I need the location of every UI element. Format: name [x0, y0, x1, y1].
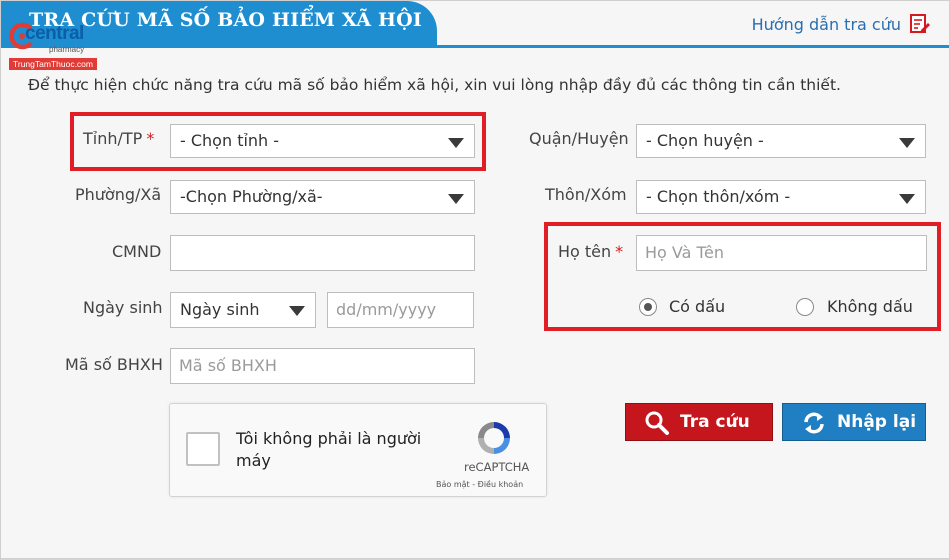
search-icon — [645, 411, 669, 435]
intro-text: Để thực hiện chức năng tra cứu mã số bảo… — [28, 76, 841, 94]
refresh-icon — [804, 412, 824, 434]
recaptcha-icon — [478, 422, 510, 454]
radio-without-accent-label: Không dấu — [827, 297, 913, 316]
ward-label: Phường/Xã — [75, 185, 162, 204]
required-mark: * — [146, 129, 155, 148]
edit-document-icon[interactable] — [909, 13, 931, 39]
logo-sub: pharmacy — [49, 45, 85, 54]
recaptcha-brand: reCAPTCHA — [464, 460, 530, 474]
search-panel: TRA CỨU MÃ SỐ BẢO HIỂM XÃ HỘI Hướng dẫn … — [0, 0, 950, 559]
district-label: Quận/Huyện — [529, 129, 629, 148]
header-divider — [1, 45, 949, 48]
chevron-down-icon — [899, 138, 915, 148]
id-card-label: CMND — [112, 242, 162, 261]
bhxh-code-input[interactable]: Mã số BHXH — [170, 348, 475, 384]
full-name-label: Họ tên * — [558, 242, 624, 261]
chevron-down-icon — [448, 138, 464, 148]
required-mark: * — [615, 242, 624, 261]
recaptcha-checkbox[interactable] — [186, 432, 220, 466]
logo-site: TrungTamThuoc.com — [9, 58, 97, 70]
logo-brand: central — [25, 23, 84, 44]
recaptcha-widget: Tôi không phải là người máy reCAPTCHA Bả… — [169, 403, 547, 497]
birth-date-input[interactable]: dd/mm/yyyy — [327, 292, 474, 328]
radio-without-accent[interactable] — [796, 298, 814, 316]
chevron-down-icon — [448, 194, 464, 204]
chevron-down-icon — [899, 194, 915, 204]
province-label: Tỉnh/TP * — [83, 129, 155, 148]
radio-with-accent[interactable] — [639, 298, 657, 316]
radio-with-accent-label: Có dấu — [669, 297, 726, 316]
watermark-logo: central pharmacy TrungTamThuoc.com — [3, 17, 113, 77]
birth-date-label: Ngày sinh — [83, 298, 163, 317]
search-button[interactable]: Tra cứu — [625, 403, 773, 441]
village-select[interactable]: - Chọn thôn/xóm - — [636, 180, 926, 214]
guide-link[interactable]: Hướng dẫn tra cứu — [752, 15, 901, 34]
village-label: Thôn/Xóm — [545, 185, 627, 204]
recaptcha-links[interactable]: Bảo mật - Điều khoản — [436, 480, 523, 489]
district-select[interactable]: - Chọn huyện - — [636, 124, 926, 158]
bhxh-code-label: Mã số BHXH — [65, 355, 163, 374]
reset-button[interactable]: Nhập lại — [782, 403, 926, 441]
ward-select[interactable]: -Chọn Phường/xã- — [170, 180, 475, 214]
province-select[interactable]: - Chọn tỉnh - — [170, 124, 475, 158]
birth-date-type-select[interactable]: Ngày sinh — [170, 292, 316, 328]
full-name-input[interactable]: Họ Và Tên — [636, 235, 927, 271]
recaptcha-label: Tôi không phải là người máy — [236, 429, 422, 470]
chevron-down-icon — [289, 306, 305, 316]
id-card-input[interactable] — [170, 235, 475, 271]
